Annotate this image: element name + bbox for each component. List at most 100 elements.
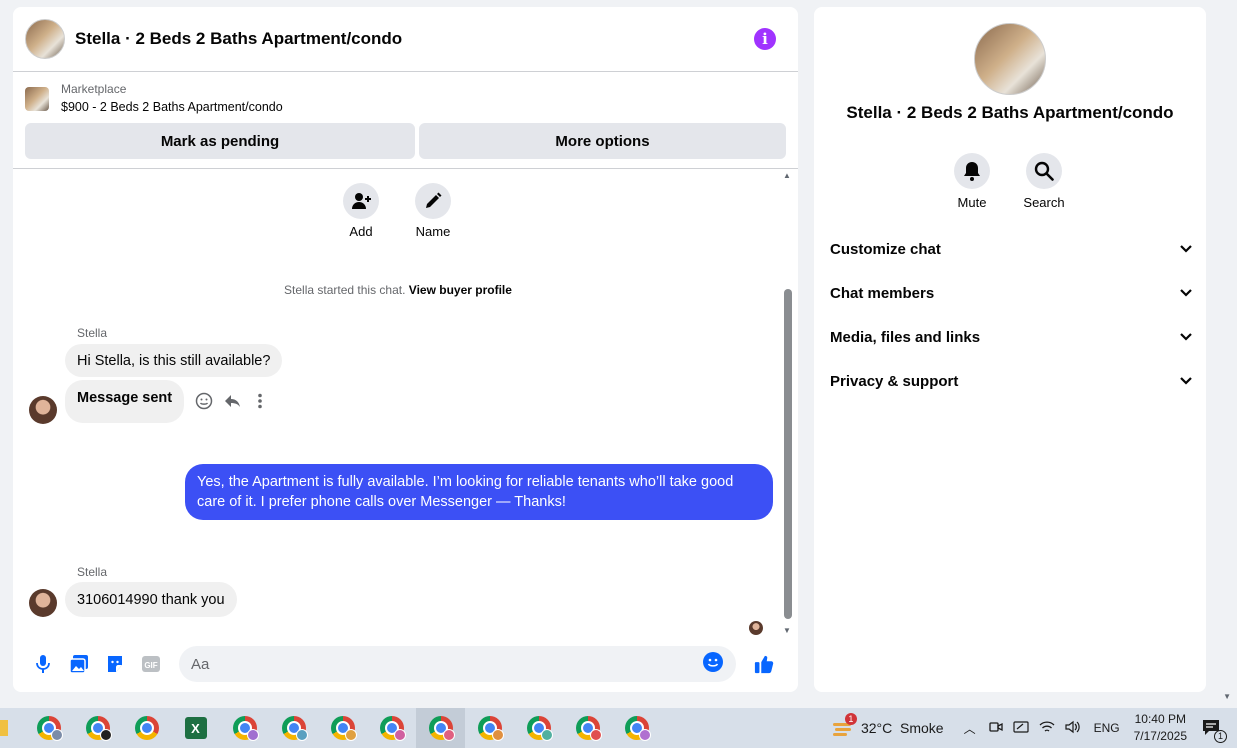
info-icon[interactable]: i	[754, 28, 776, 50]
sender-name: Stella	[77, 565, 108, 579]
chrome-taskbar-app[interactable]	[318, 708, 367, 748]
clock-date: 7/17/2025	[1133, 729, 1187, 743]
file-explorer-icon[interactable]	[0, 720, 8, 736]
info-actions: Mute Search	[953, 153, 1065, 210]
bell-icon[interactable]	[954, 153, 990, 189]
search-icon[interactable]	[1026, 153, 1062, 189]
chrome-taskbar-app[interactable]	[269, 708, 318, 748]
message-hover-tools	[195, 392, 269, 415]
section-label: Customize chat	[830, 240, 941, 258]
profile-badge	[51, 729, 63, 741]
chevron-down-icon	[1180, 377, 1192, 385]
chrome-taskbar-app[interactable]	[122, 708, 171, 748]
profile-badge	[639, 729, 651, 741]
chevron-down-icon	[1180, 333, 1192, 341]
privacy-support-section[interactable]: Privacy & support	[830, 359, 1192, 403]
excel-icon: X	[184, 717, 207, 739]
started-text: Stella started this chat.	[284, 283, 406, 297]
add-label: Add	[349, 224, 373, 239]
mark-as-pending-button[interactable]: Mark as pending	[25, 123, 415, 159]
chrome-taskbar-app[interactable]	[73, 708, 122, 748]
weather-icon[interactable]: 1	[831, 712, 857, 740]
add-person-icon[interactable]	[343, 183, 379, 219]
avatar[interactable]	[29, 396, 57, 424]
incoming-message[interactable]: Message sent	[65, 380, 185, 423]
taskbar: X 1 32°C Smoke ︿ ENG 10:40 PM 7/17/2025	[0, 708, 1237, 748]
quick-actions: Add Name	[343, 183, 451, 239]
marketplace-label: Marketplace	[61, 82, 127, 96]
page-scroll-down-icon[interactable]: ▼	[1223, 692, 1231, 701]
more-options-button[interactable]: More options	[419, 123, 786, 159]
section-label: Media, files and links	[830, 328, 981, 346]
profile-badge	[296, 729, 308, 741]
show-hidden-icons-icon[interactable]: ︿	[964, 720, 976, 737]
thumbs-up-icon[interactable]	[754, 654, 774, 674]
meet-now-icon[interactable]	[988, 720, 1003, 737]
scroll-up-icon[interactable]: ▲	[783, 171, 791, 180]
message-scrollbar[interactable]: ▲ ▼	[783, 171, 792, 635]
chat-title[interactable]: Stella · 2 Beds 2 Baths Apartment/condo	[75, 29, 754, 49]
listing-small-thumbnail[interactable]	[25, 87, 49, 111]
photo-icon[interactable]	[69, 654, 89, 674]
weather-text[interactable]: 32°C Smoke	[861, 720, 944, 736]
message-input[interactable]	[191, 655, 702, 673]
scroll-down-icon[interactable]: ▼	[783, 626, 791, 635]
scroll-thumb[interactable]	[784, 289, 792, 619]
chat-panel: Stella · 2 Beds 2 Baths Apartment/condo …	[13, 7, 798, 692]
language-indicator[interactable]: ENG	[1094, 721, 1120, 735]
chrome-taskbar-app-active[interactable]	[416, 708, 465, 748]
incoming-message[interactable]: 3106014990 thank you	[65, 582, 237, 617]
listing-thumbnail[interactable]	[25, 19, 65, 59]
chrome-taskbar-app[interactable]	[465, 708, 514, 748]
chrome-taskbar-app[interactable]	[367, 708, 416, 748]
sender-name: Stella	[77, 326, 108, 340]
mute-action[interactable]: Mute	[953, 153, 991, 210]
emoji-icon[interactable]	[702, 651, 724, 678]
mute-label: Mute	[957, 195, 987, 210]
listing-photo[interactable]	[974, 23, 1046, 95]
view-buyer-profile-link[interactable]: View buyer profile	[409, 283, 512, 297]
wifi-icon[interactable]	[1039, 720, 1055, 737]
clock[interactable]: 10:40 PM 7/17/2025	[1134, 711, 1187, 745]
search-action[interactable]: Search	[1023, 153, 1065, 210]
name-action[interactable]: Name	[415, 183, 451, 239]
info-title: Stella · 2 Beds 2 Baths Apartment/condo	[846, 103, 1174, 122]
notifications-icon[interactable]: 1	[1201, 718, 1227, 743]
profile-badge	[492, 729, 504, 741]
chat-started-notice: Stella started this chat. View buyer pro…	[13, 283, 783, 297]
excel-taskbar-app[interactable]: X	[171, 708, 220, 748]
profile-badge	[541, 729, 553, 741]
more-dots-icon[interactable]	[251, 392, 269, 415]
sticker-icon[interactable]	[105, 654, 125, 674]
message-input-wrapper	[179, 646, 736, 682]
chrome-taskbar-app[interactable]	[612, 708, 661, 748]
volume-icon[interactable]	[1064, 720, 1081, 737]
chat-members-section[interactable]: Chat members	[830, 271, 1192, 315]
incoming-message[interactable]: Hi Stella, is this still available?	[65, 344, 283, 377]
media-files-links-section[interactable]: Media, files and links	[830, 315, 1192, 359]
weather-badge: 1	[844, 712, 857, 725]
profile-badge	[394, 729, 406, 741]
chrome-icon	[134, 716, 159, 740]
chrome-taskbar-app[interactable]	[24, 708, 73, 748]
chrome-taskbar-app[interactable]	[563, 708, 612, 748]
chevron-down-icon	[1180, 245, 1192, 253]
avatar[interactable]	[29, 589, 57, 617]
microphone-icon[interactable]	[33, 654, 53, 674]
outgoing-message[interactable]: Yes, the Apartment is fully available. I…	[185, 464, 773, 520]
customize-chat-section[interactable]: Customize chat	[830, 227, 1192, 271]
pen-input-icon[interactable]	[1012, 720, 1029, 737]
marketplace-bar: Marketplace $900 - 2 Beds 2 Baths Apartm…	[13, 72, 798, 169]
pencil-icon[interactable]	[415, 183, 451, 219]
chat-header: Stella · 2 Beds 2 Baths Apartment/condo …	[13, 7, 798, 72]
chevron-down-icon	[1180, 289, 1192, 297]
gif-icon[interactable]: GIF	[141, 654, 161, 674]
add-action[interactable]: Add	[343, 183, 379, 239]
message-list: Add Name Stella started this chat. View …	[13, 169, 798, 635]
reply-icon[interactable]	[223, 392, 241, 415]
listing-price-title[interactable]: $900 - 2 Beds 2 Baths Apartment/condo	[61, 98, 283, 117]
emoji-react-icon[interactable]	[195, 392, 213, 415]
chrome-taskbar-app[interactable]	[220, 708, 269, 748]
chrome-taskbar-app[interactable]	[514, 708, 563, 748]
profile-badge	[443, 729, 455, 741]
